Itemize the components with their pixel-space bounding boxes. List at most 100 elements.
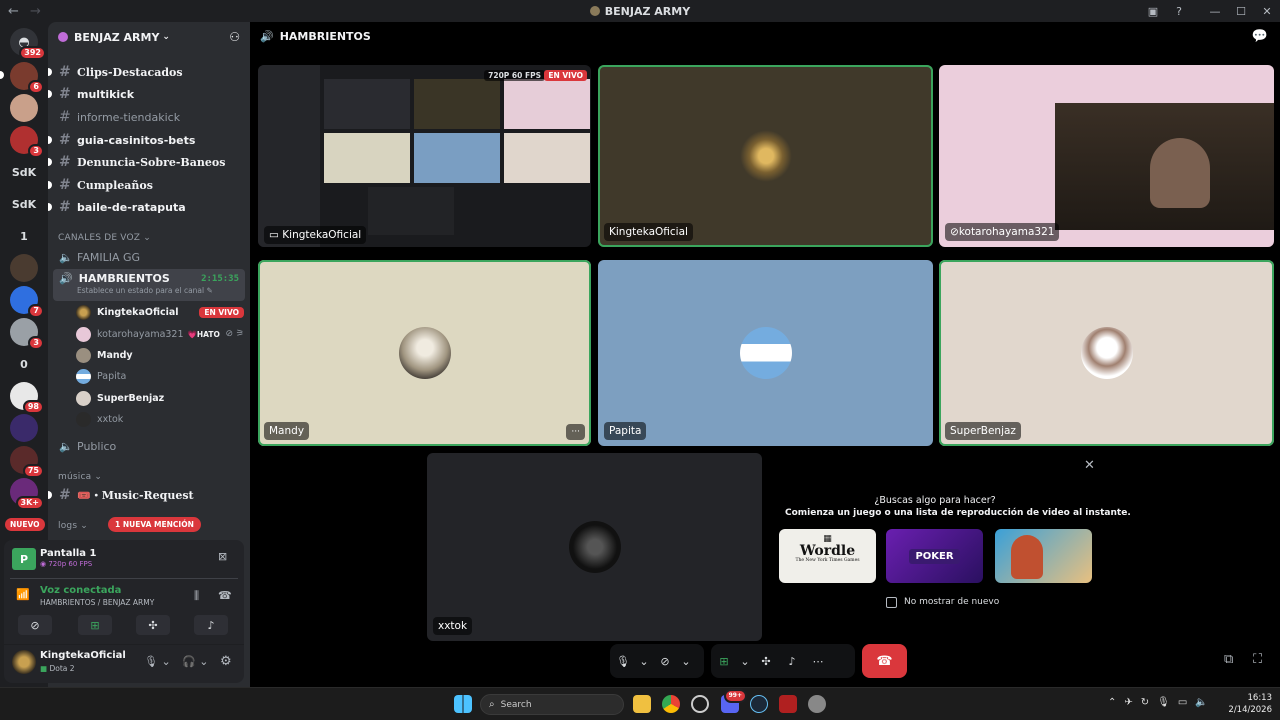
category-musica[interactable]: música ⌄ [58,472,102,482]
taskbar-search[interactable]: ⌕ Search [480,694,624,715]
activities-button[interactable]: ✣ [136,615,170,635]
voice-channel-familia[interactable]: 🔈 FAMILIA GG [53,247,245,267]
channel-status[interactable]: Establece un estado para el canal [77,286,204,295]
voice-channel-hambrientos[interactable]: 🔊 HAMBRIENTOS 2:15:35 Establece un estad… [53,269,245,301]
activity-poker[interactable]: POKER [886,529,983,583]
soundboard-icon[interactable]: ♪ [781,650,803,672]
soundboard-button[interactable]: ♪ [194,615,228,635]
chevron-down-icon[interactable]: ⌄ [638,650,650,672]
minimize-icon[interactable]: — [1202,5,1228,18]
steam-icon[interactable] [750,695,768,713]
mic-icon[interactable]: 🎙 ⌄ [144,655,171,668]
disconnect-icon[interactable]: ☎ [218,589,232,602]
activity-game-3[interactable] [995,529,1092,583]
stream-tile[interactable]: 720P 60 FPS EN VIVO ▭ KingtekaOficial [258,65,591,247]
add-member-icon[interactable]: ⚇ [229,30,240,44]
camera-off-icon[interactable]: ⊘ [654,650,676,672]
close-icon[interactable]: ✕ [1254,5,1280,18]
dont-show-checkbox[interactable] [886,597,897,608]
screen-share-button[interactable]: ⊞ [78,615,112,635]
server-icon-10[interactable]: 3 [10,318,44,350]
settings-icon[interactable] [808,695,826,713]
channel-informe-tiendakick[interactable]: # informe-tiendakick [53,107,245,127]
hangup-button[interactable]: ☎ [862,644,907,678]
server-one[interactable]: 1 [10,222,38,250]
signal-icon[interactable]: 📶 [16,588,30,601]
inbox-icon[interactable]: ▣ [1140,5,1166,18]
new-pill[interactable]: NUEVO [5,518,45,531]
participant-tile-papita[interactable]: Papita [598,260,933,446]
chevron-down-icon[interactable]: ⌄ [680,650,692,672]
server-icon-12[interactable]: 98 [10,382,44,414]
voice-user-papita[interactable]: Papita [76,366,244,386]
channel-clips-destacados[interactable]: # Clips-Destacados [48,62,245,82]
clock-date[interactable]: 2/14/2026 [1218,705,1272,715]
server-icon-13[interactable] [10,414,38,442]
channel-music-request[interactable]: # 🎟️・Music-Request [48,485,245,505]
maximize-icon[interactable]: ☐ [1228,5,1254,18]
chevron-down-icon[interactable]: ⌄ [739,650,751,672]
camera-off-button[interactable]: ⊘ [18,615,52,635]
voice-user-xxtok[interactable]: xxtok [76,409,244,429]
pencil-icon[interactable]: ✎ [207,286,213,295]
participant-tile-mandy[interactable]: Mandy ··· [258,260,591,446]
dont-show-label[interactable]: No mostrar de nuevo [904,597,999,607]
voice-user-mandy[interactable]: Mandy [76,345,244,365]
more-options-button[interactable]: ··· [566,424,585,440]
activity-wordle[interactable]: ▦ Wordle The New York Times Games [779,529,876,583]
tray-icons[interactable]: ⌃✈↻🎙▭🔈 [1108,697,1216,708]
dm-button[interactable]: ◓ 392 [10,28,46,60]
headphones-icon[interactable]: 🎧 ⌄ [182,655,208,668]
guild-header[interactable]: BENJAZ ARMY ⌄ ⚇ [48,22,250,52]
promo-close-icon[interactable]: ✕ [1084,458,1095,473]
server-icon-2[interactable] [10,94,38,122]
windows-start-icon[interactable] [454,695,472,713]
app-icon[interactable] [691,695,709,713]
server-icon-3[interactable]: 3 [10,126,44,158]
voice-status[interactable]: Voz conectada [40,585,121,596]
noise-icon[interactable]: ⫼ [194,589,199,603]
server-sdk-2[interactable]: SdK [10,190,38,218]
participant-tile-superbenjaz[interactable]: SuperBenjaz [939,260,1274,446]
file-explorer-icon[interactable] [633,695,651,713]
participant-tile-kotaro[interactable]: ⊘kotarohayama321 [939,65,1274,247]
stop-stream-icon[interactable]: ⊠ [218,550,227,563]
channel-baile[interactable]: # baile-de-rataputa [48,197,245,217]
server-zero[interactable]: 0 [10,350,38,378]
more-icon[interactable]: ⋯ [807,650,829,672]
clock-time[interactable]: 16:13 [1238,693,1273,703]
voice-location[interactable]: HAMBRIENTOS / BENJAZ ARMY [40,598,154,607]
activities-icon[interactable]: ✣ [755,650,777,672]
stream-preview[interactable]: P [12,548,36,570]
channel-denuncia[interactable]: # Denuncia-Sobre-Baneos [48,152,245,172]
server-icon-8[interactable] [10,254,38,282]
server-sdk-1[interactable]: SdK [10,158,38,186]
username[interactable]: KingtekaOficial [40,650,126,661]
settings-icon[interactable]: ⚙ [220,654,232,669]
chrome-icon[interactable] [662,695,680,713]
participant-tile-xxtok[interactable]: xxtok [427,453,762,641]
voice-channel-publico[interactable]: 🔈 Publico [53,436,245,456]
help-icon[interactable]: ? [1166,5,1192,18]
voice-user-kotaro[interactable]: kotarohayama321 💗HATO ⊘ ⚞ [76,324,244,344]
discord-icon[interactable]: 99+ [721,689,747,713]
screen-share-icon[interactable]: ⊞ [713,650,735,672]
dota-icon[interactable] [779,695,797,713]
fullscreen-icon[interactable]: ⛶ [1253,652,1262,667]
server-icon-1[interactable]: 6 [10,62,44,94]
category-voice[interactable]: CANALES DE VOZ ⌄ [58,233,151,243]
server-icon-15[interactable]: 3K+ [10,478,44,510]
channel-multikick[interactable]: # multikick [48,84,245,104]
server-icon-14[interactable]: 75 [10,446,44,478]
participant-tile-kingteka[interactable]: KingtekaOficial [598,65,933,247]
server-icon-9[interactable]: 7 [10,286,44,318]
category-logs[interactable]: logs ⌄ [58,521,88,531]
channel-cumpleanos[interactable]: # Cumpleaños [48,175,245,195]
chat-icon[interactable]: 💬 [1252,29,1268,44]
channel-guia-casinitos-bets[interactable]: # guia-casinitos-bets [48,130,245,150]
voice-user-superbenjaz[interactable]: SuperBenjaz [76,388,244,408]
user-avatar[interactable] [12,650,36,674]
voice-user-kingteka[interactable]: KingtekaOficial EN VIVO [76,302,244,322]
popout-icon[interactable]: ⧉ [1224,652,1233,667]
mention-pill[interactable]: 1 NUEVA MENCIÓN [108,517,201,532]
